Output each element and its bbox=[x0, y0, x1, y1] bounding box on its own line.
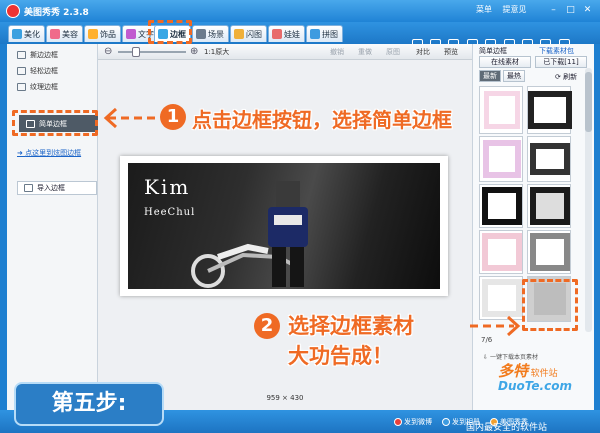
frame-category-easy[interactable]: 轻松边框 bbox=[17, 66, 58, 76]
site-watermark: 多特 软件站 DuoTe.com bbox=[498, 360, 572, 393]
easy-frame-icon bbox=[17, 67, 26, 75]
frame-thumbnail[interactable] bbox=[479, 230, 523, 274]
frame-tab-highlight bbox=[148, 20, 192, 44]
album-icon bbox=[442, 418, 450, 426]
flash-icon bbox=[234, 29, 244, 39]
pink-frame-thumb bbox=[483, 140, 521, 178]
text-icon bbox=[126, 29, 136, 39]
sort-hot[interactable]: 最热 bbox=[503, 70, 525, 82]
scrollbar[interactable] bbox=[585, 68, 592, 332]
tab-doll[interactable]: 娃娃 bbox=[268, 25, 305, 42]
tab-beauty[interactable]: 美容 bbox=[46, 25, 83, 42]
tab-simple-frame[interactable]: 简单边框 bbox=[479, 46, 507, 56]
accessories-icon bbox=[88, 29, 98, 39]
arrow-left-icon bbox=[103, 107, 156, 129]
compare-button[interactable]: 对比 bbox=[416, 47, 430, 57]
original-button[interactable]: 原图 bbox=[386, 47, 400, 57]
tab-download-pack[interactable]: 下载素材包 bbox=[539, 46, 574, 56]
frame-category-torn[interactable]: 撕边边框 bbox=[17, 50, 58, 60]
undo-button[interactable]: 撤销 bbox=[330, 47, 344, 57]
close-icon[interactable]: ✕ bbox=[581, 4, 594, 16]
frame-thumbnail[interactable] bbox=[527, 230, 571, 274]
tab-collage[interactable]: 拼图 bbox=[306, 25, 343, 42]
frame-category-texture[interactable]: 纹理边框 bbox=[17, 82, 58, 92]
top-links: 菜单 提意见 bbox=[476, 4, 535, 15]
gray-frame-thumb bbox=[530, 233, 570, 271]
photo-subtitle: HeeChul bbox=[144, 207, 196, 218]
material-highlight bbox=[522, 279, 578, 331]
texture-frame-icon bbox=[17, 83, 26, 91]
torn-frame-icon bbox=[17, 51, 26, 59]
share-weibo-link[interactable]: 发到微博 bbox=[394, 417, 432, 427]
plain-frame-thumb bbox=[482, 279, 522, 317]
menu-link[interactable]: 菜单 bbox=[476, 5, 492, 14]
tab-accessories[interactable]: 饰品 bbox=[84, 25, 121, 42]
tab-flash[interactable]: 闪图 bbox=[230, 25, 267, 42]
tab-scene[interactable]: 场景 bbox=[192, 25, 229, 42]
frame-thumbnail[interactable] bbox=[479, 86, 523, 134]
preview-button[interactable]: 预览 bbox=[444, 47, 458, 57]
arrow-right-icon bbox=[470, 315, 521, 337]
watermark-tagline: 国内最安全的软件站 bbox=[466, 423, 548, 433]
zoom-slider[interactable] bbox=[118, 47, 186, 57]
frame-thumbnail[interactable] bbox=[527, 184, 571, 228]
frame-thumbnail[interactable] bbox=[479, 184, 523, 228]
step2-number: 2 bbox=[254, 313, 280, 339]
dotted-frame-thumb bbox=[530, 187, 570, 225]
zoom-level[interactable]: 1:1原大 bbox=[204, 47, 229, 57]
scrollbar-thumb[interactable] bbox=[585, 72, 592, 132]
maximize-icon[interactable]: □ bbox=[564, 4, 577, 16]
window-controls: – □ ✕ bbox=[547, 4, 594, 16]
beauty-icon bbox=[50, 29, 60, 39]
watermark-main: 多特 bbox=[498, 362, 529, 380]
app-title: 美图秀秀 2.3.8 bbox=[24, 8, 89, 18]
minimize-icon[interactable]: – bbox=[547, 4, 560, 16]
frame-thumbnail[interactable] bbox=[527, 136, 571, 182]
watermark-sub: 软件站 bbox=[530, 369, 558, 379]
person-image bbox=[268, 181, 308, 287]
zoom-bar: ⊖ ⊕ 1:1原大 撤销 重做 原图 对比 预览 bbox=[98, 44, 472, 60]
frame-thumbnail[interactable] bbox=[527, 86, 572, 134]
redo-button[interactable]: 重做 bbox=[358, 47, 372, 57]
online-materials-button[interactable]: 在线素材 bbox=[479, 56, 531, 68]
sort-latest[interactable]: 最新 bbox=[479, 70, 501, 82]
step2-instruction-line2: 大功告成！ bbox=[288, 344, 393, 368]
simple-frame-highlight bbox=[12, 110, 98, 136]
scene-icon bbox=[196, 29, 206, 39]
zoom-in-icon[interactable]: ⊕ bbox=[190, 46, 198, 57]
title-bar: 美图秀秀 2.3.8 菜单 提意见 – □ ✕ bbox=[0, 0, 600, 22]
import-icon bbox=[24, 184, 33, 192]
doll-icon bbox=[272, 29, 282, 39]
step1-number: 1 bbox=[160, 104, 186, 130]
pink-dots-frame-thumb bbox=[482, 233, 522, 271]
tab-bar: 美化 美容 饰品 文字 边框 场景 闪图 娃娃 拼图 打开 保存 抠图 旋转 缩… bbox=[0, 22, 600, 61]
step1-instruction: 点击边框按钮，选择简单边框 bbox=[192, 108, 452, 132]
app-logo-icon bbox=[6, 4, 20, 18]
zoom-slider-knob[interactable] bbox=[132, 47, 140, 57]
zoom-out-icon[interactable]: ⊖ bbox=[104, 46, 112, 57]
photo: Kim HeeChul bbox=[128, 163, 440, 289]
floral-frame-thumb bbox=[484, 91, 520, 129]
step2-instruction-line1: 选择边框素材 bbox=[288, 314, 414, 338]
frame-thumbnail[interactable] bbox=[479, 136, 523, 182]
collage-icon bbox=[310, 29, 320, 39]
canvas-area: ⊖ ⊕ 1:1原大 撤销 重做 原图 对比 预览 Kim HeeChul 959… bbox=[98, 44, 472, 410]
step-label: 第五步: bbox=[14, 382, 164, 426]
tab-beautify[interactable]: 美化 bbox=[8, 25, 45, 42]
refresh-button[interactable]: ⟳ 刷新 bbox=[555, 72, 577, 82]
weibo-icon bbox=[394, 418, 402, 426]
beautify-icon bbox=[12, 29, 22, 39]
feedback-link[interactable]: 提意见 bbox=[503, 5, 527, 14]
watermark-url: DuoTe.com bbox=[498, 379, 572, 393]
right-panel: 简单边框 下载素材包 在线素材 已下载[11] 最新 最热 ⟳ 刷新 7/6 ⇩… bbox=[472, 44, 594, 410]
downloaded-button[interactable]: 已下载[11] bbox=[535, 56, 587, 68]
flash-frame-link[interactable]: ➜ 点这里到炫图边框 bbox=[17, 148, 81, 158]
left-panel: 撕边边框 轻松边框 纹理边框 简单边框 ➜ 点这里到炫图边框 导入边框 bbox=[7, 44, 99, 410]
photo-title: Kim bbox=[144, 175, 191, 199]
framed-photo: Kim HeeChul bbox=[120, 156, 448, 296]
stripe-frame-thumb bbox=[530, 143, 570, 175]
black-frame-thumb bbox=[482, 187, 522, 225]
import-frame-button[interactable]: 导入边框 bbox=[17, 181, 97, 195]
filmstrip-frame-thumb bbox=[528, 91, 572, 129]
